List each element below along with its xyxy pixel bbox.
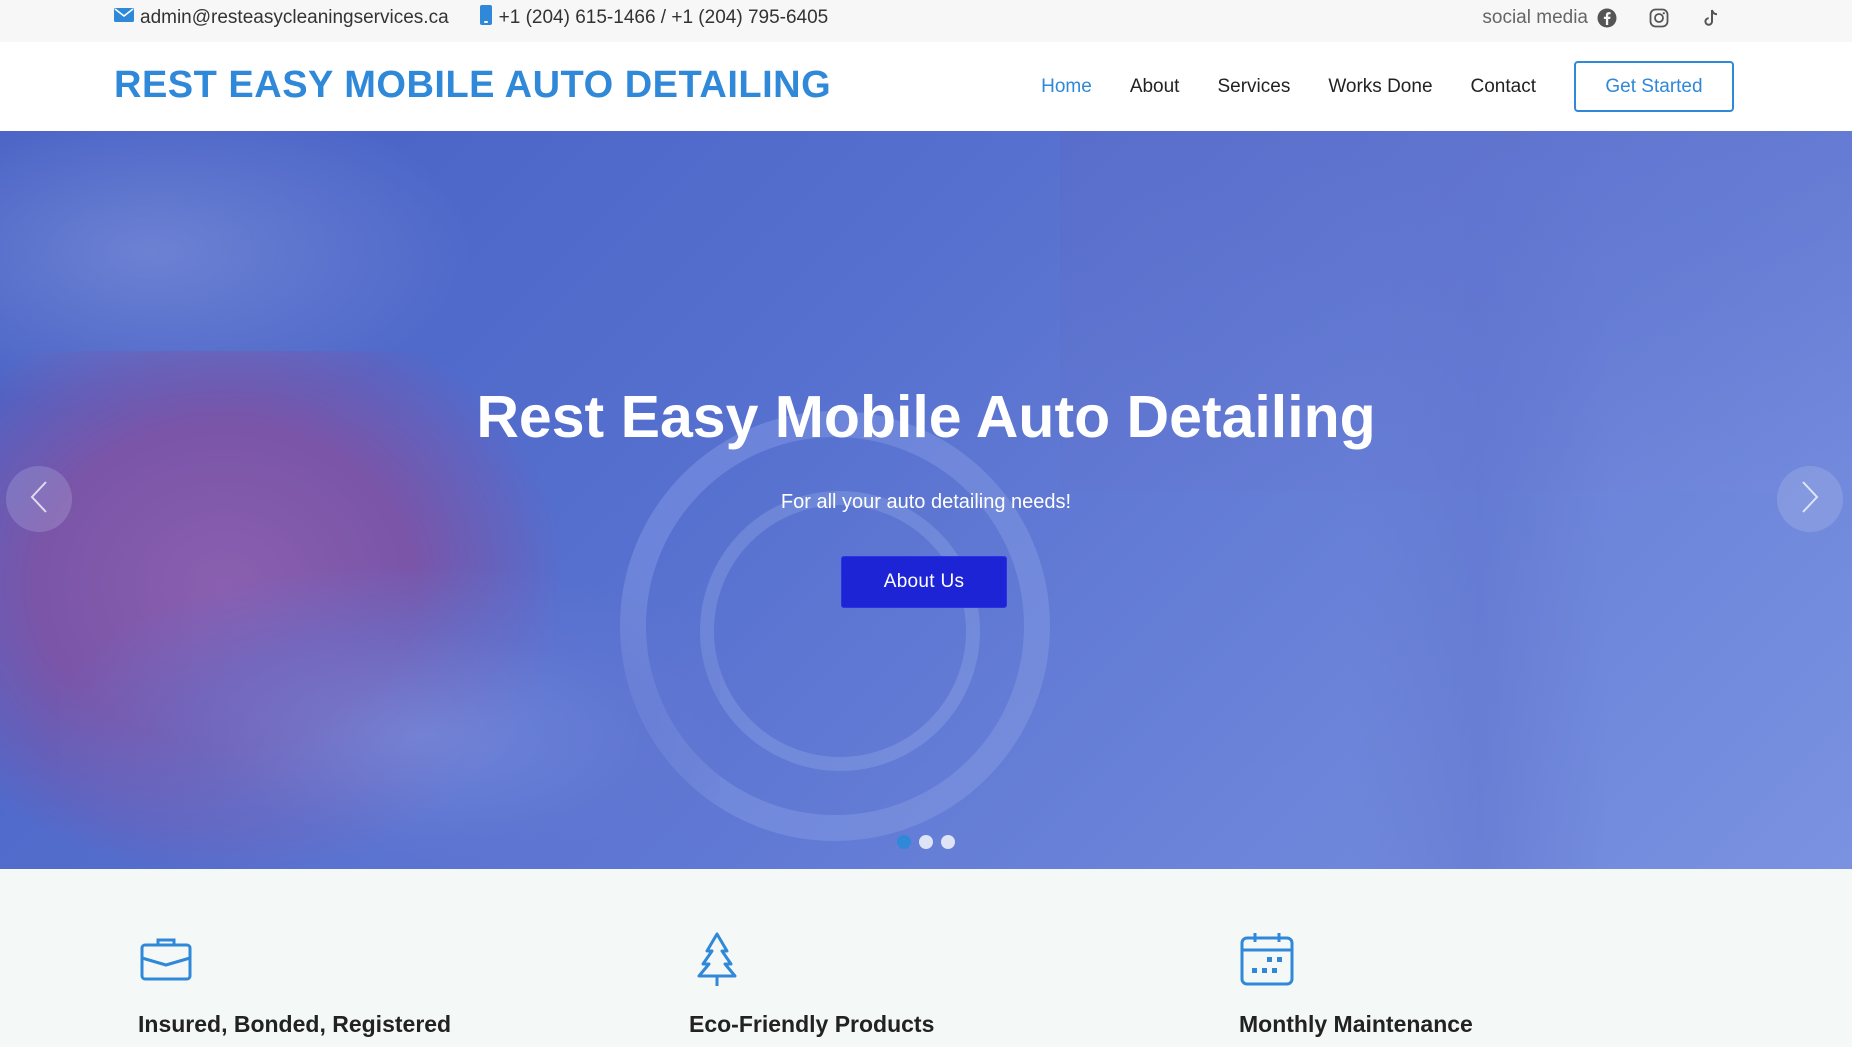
briefcase-icon	[138, 931, 196, 989]
tree-icon	[689, 931, 747, 989]
hero-carousel: Rest Easy Mobile Auto Detailing For all …	[0, 131, 1852, 869]
phone-link[interactable]: +1 (204) 615-1466 / +1 (204) 795-6405	[479, 5, 829, 31]
phone-text: +1 (204) 615-1466 / +1 (204) 795-6405	[498, 7, 829, 28]
feature-monthly-maintenance: Monthly Maintenance	[1239, 931, 1473, 1038]
nav-services[interactable]: Services	[1217, 76, 1290, 98]
about-us-button[interactable]: About Us	[841, 556, 1007, 608]
feature-insured: Insured, Bonded, Registered	[138, 931, 451, 1038]
nav-works-done[interactable]: Works Done	[1328, 76, 1432, 98]
carousel-dot-2[interactable]	[919, 835, 933, 849]
facebook-icon[interactable]	[1596, 7, 1618, 29]
social-links: social media	[1482, 0, 1722, 36]
features-section: Insured, Bonded, Registered Eco-Friendly…	[0, 869, 1852, 1047]
email-link[interactable]: admin@resteasycleaningservices.ca	[114, 7, 449, 29]
instagram-icon[interactable]	[1648, 7, 1670, 29]
carousel-prev-button[interactable]	[6, 466, 72, 532]
hero-title: Rest Easy Mobile Auto Detailing	[476, 384, 1376, 450]
contact-info: admin@resteasycleaningservices.ca +1 (20…	[114, 0, 828, 36]
chevron-left-icon	[29, 480, 49, 519]
site-logo[interactable]: REST EASY MOBILE AUTO DETAILING	[114, 64, 831, 107]
chevron-right-icon	[1800, 480, 1820, 519]
envelope-icon	[114, 7, 134, 29]
feature-eco-friendly: Eco-Friendly Products	[689, 931, 934, 1038]
social-label: social media	[1482, 7, 1588, 28]
tiktok-icon[interactable]	[1700, 7, 1722, 29]
nav-contact[interactable]: Contact	[1471, 76, 1536, 98]
feature-title: Eco-Friendly Products	[689, 1011, 935, 1037]
carousel-dot-1[interactable]	[897, 835, 911, 849]
get-started-button[interactable]: Get Started	[1574, 61, 1734, 112]
nav-about[interactable]: About	[1130, 76, 1180, 98]
carousel-next-button[interactable]	[1777, 466, 1843, 532]
top-bar: admin@resteasycleaningservices.ca +1 (20…	[0, 0, 1852, 42]
nav-home[interactable]: Home	[1041, 76, 1092, 98]
main-nav: Home About Services Works Done Contact	[1041, 42, 1536, 131]
headlight-inner-shape	[700, 491, 980, 771]
hand-shape	[60, 571, 720, 869]
hero-subtitle: For all your auto detailing needs!	[780, 491, 1072, 513]
feature-title: Insured, Bonded, Registered	[138, 1011, 452, 1037]
calendar-icon	[1239, 931, 1297, 989]
carousel-dot-3[interactable]	[941, 835, 955, 849]
carousel-indicators	[0, 835, 1852, 849]
feature-title: Monthly Maintenance	[1239, 1011, 1473, 1037]
site-header: REST EASY MOBILE AUTO DETAILING Home Abo…	[0, 42, 1852, 131]
email-text: admin@resteasycleaningservices.ca	[140, 7, 449, 28]
phone-icon	[479, 5, 493, 31]
